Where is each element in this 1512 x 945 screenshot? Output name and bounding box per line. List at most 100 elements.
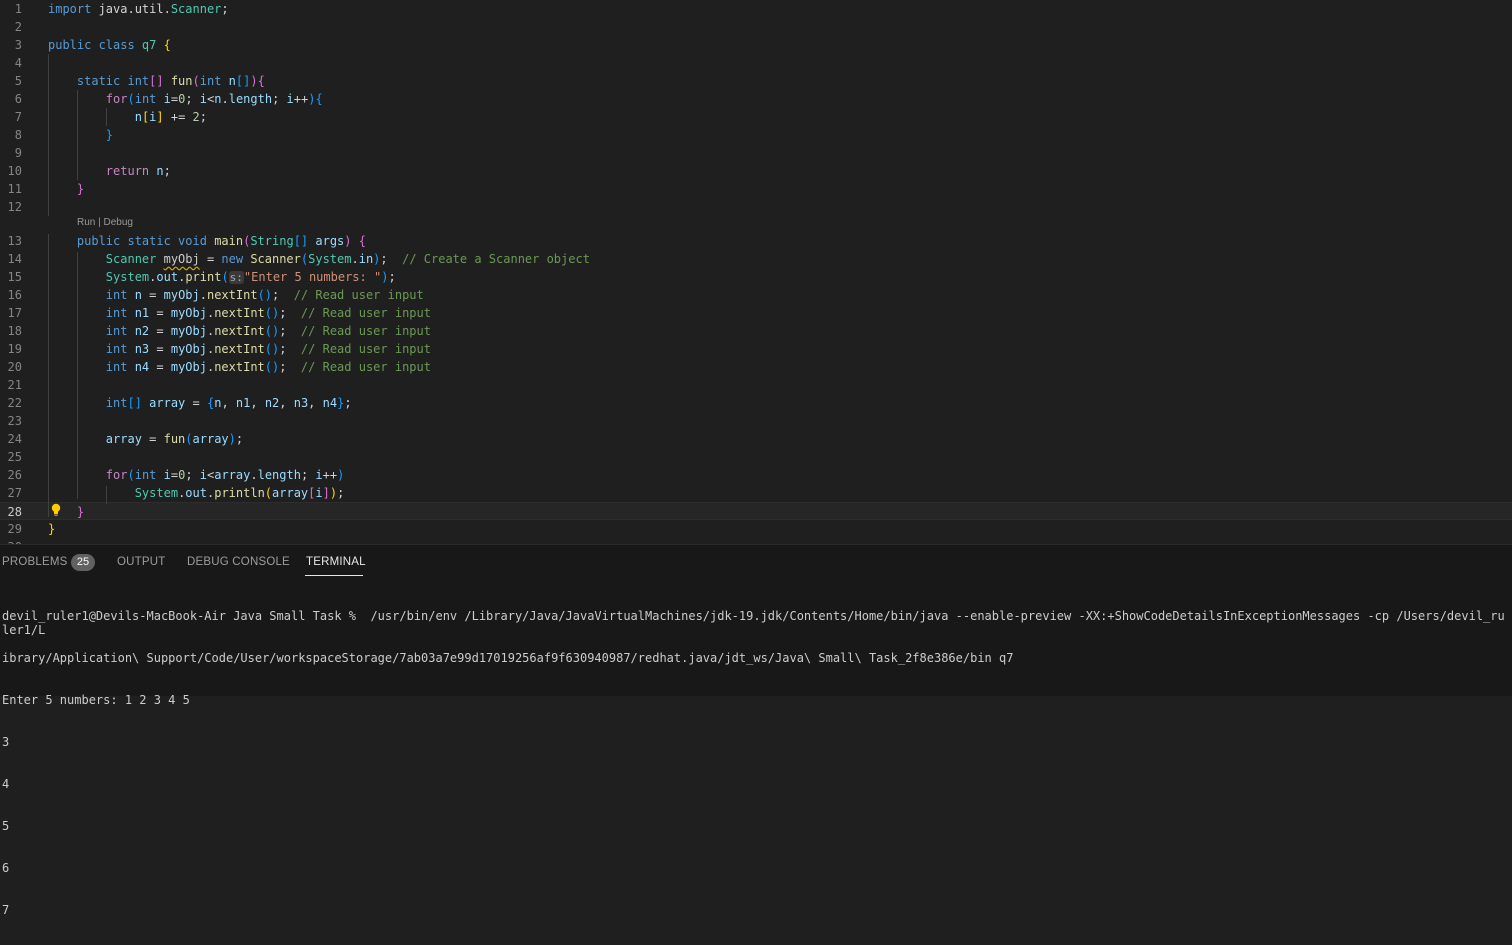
code-line[interactable]: 22 int[] array = {n, n1, n2, n3, n4};	[0, 394, 1512, 412]
code-line[interactable]: 23	[0, 412, 1512, 430]
line-number: 12	[7, 200, 22, 214]
indent-guide	[77, 252, 78, 499]
tab-output[interactable]: OUTPUT	[117, 556, 165, 568]
lightbulb-icon[interactable]	[50, 502, 62, 516]
code-line[interactable]: 24 array = fun(array);	[0, 430, 1512, 448]
line-number: 19	[7, 342, 22, 356]
code-editor[interactable]: 1 import java.util.Scanner; 2 3 public class…	[0, 0, 1512, 544]
tab-problems[interactable]: PROBLEMS	[2, 556, 68, 568]
code-line[interactable]: 25	[0, 448, 1512, 466]
line-number: 17	[7, 306, 22, 320]
code-line[interactable]: 2	[0, 18, 1512, 36]
code-text: for(int i=0; i<n.length; i++){	[105, 92, 323, 106]
code-line[interactable]: 27 System.out.println(array[i]);	[0, 484, 1512, 502]
code-text: n[i] += 2;	[134, 110, 208, 124]
code-text: }	[105, 128, 114, 142]
problems-count-badge: 25	[71, 554, 95, 571]
terminal-line: 6	[2, 861, 10, 875]
codelens-run-debug[interactable]: Run | Debug	[77, 216, 133, 230]
code-line[interactable]: 15 System.out.print(s:"Enter 5 numbers: …	[0, 268, 1512, 286]
code-text: int n4 = myObj.nextInt(); // Read user i…	[105, 360, 431, 374]
code-line[interactable]: 6 for(int i=0; i<n.length; i++){	[0, 90, 1512, 108]
line-number: 25	[7, 450, 22, 464]
active-tab-indicator	[305, 575, 363, 576]
line-number: 4	[14, 56, 22, 70]
bottom-panel: PROBLEMS 25 OUTPUT DEBUG CONSOLE TERMINA…	[0, 544, 1512, 917]
code-text: System.out.println(array[i]);	[134, 486, 345, 500]
line-number: 29	[7, 522, 22, 536]
code-line[interactable]: 7 n[i] += 2;	[0, 108, 1512, 126]
line-number: 20	[7, 360, 22, 374]
line-number: 13	[7, 234, 22, 248]
terminal-line: 7	[2, 903, 10, 917]
code-line[interactable]: 29}	[0, 520, 1512, 538]
code-line[interactable]: 21	[0, 376, 1512, 394]
indent-guide	[106, 108, 107, 126]
line-number: 1	[14, 2, 22, 16]
code-line[interactable]: 4	[0, 54, 1512, 72]
code-line[interactable]: 17 int n1 = myObj.nextInt(); // Read use…	[0, 304, 1512, 322]
code-text: Scanner myObj = new Scanner(System.in); …	[105, 252, 590, 266]
line-number: 11	[7, 182, 22, 196]
code-line[interactable]: 1 import java.util.Scanner;	[0, 0, 1512, 18]
code-line[interactable]: 16 int n = myObj.nextInt(); // Read user…	[0, 286, 1512, 304]
code-line[interactable]: 12	[0, 198, 1512, 216]
line-number: 18	[7, 324, 22, 338]
line-number: 22	[7, 396, 22, 410]
code-text: }	[48, 522, 56, 536]
code-line[interactable]: 14 Scanner myObj = new Scanner(System.in…	[0, 250, 1512, 268]
line-number: 5	[14, 74, 22, 88]
terminal-line: ibrary/Application\ Support/Code/User/wo…	[2, 651, 1014, 665]
code-text: int n1 = myObj.nextInt(); // Read user i…	[105, 306, 431, 320]
code-line[interactable]: 8 }	[0, 126, 1512, 144]
code-text: static int[] fun(int n[]){	[76, 74, 265, 88]
code-line[interactable]: 13 public static void main(String[] args…	[0, 232, 1512, 250]
code-text: for(int i=0; i<array.length; i++)	[105, 468, 345, 482]
indent-guide	[77, 90, 78, 180]
code-text: return n;	[105, 164, 171, 178]
line-number: 2	[14, 20, 22, 34]
code-line[interactable]: 18 int n2 = myObj.nextInt(); // Read use…	[0, 322, 1512, 340]
tab-debug-console[interactable]: DEBUG CONSOLE	[187, 556, 290, 568]
code-line[interactable]: 5 static int[] fun(int n[]){	[0, 72, 1512, 90]
code-line[interactable]: 20 int n4 = myObj.nextInt(); // Read use…	[0, 358, 1512, 376]
code-text: System.out.print(s:"Enter 5 numbers: ");	[105, 270, 396, 284]
line-number: 6	[14, 92, 22, 106]
panel-tabs: PROBLEMS 25 OUTPUT DEBUG CONSOLE TERMINA…	[0, 545, 1512, 581]
terminal-line: 4	[2, 777, 10, 791]
line-number: 7	[14, 110, 22, 124]
terminal-line: 5	[2, 819, 10, 833]
code-text: public static void main(String[] args) {	[76, 234, 366, 248]
line-number: 21	[7, 378, 22, 392]
line-number: 23	[7, 414, 22, 428]
terminal-line: 3	[2, 735, 10, 749]
tab-terminal[interactable]: TERMINAL	[306, 556, 366, 568]
code-line[interactable]: 19 int n3 = myObj.nextInt(); // Read use…	[0, 340, 1512, 358]
line-number: 9	[14, 146, 22, 160]
code-line[interactable]: 9	[0, 144, 1512, 162]
line-number: 15	[7, 270, 22, 284]
code-text: }	[76, 182, 85, 196]
line-number: 27	[7, 486, 22, 500]
code-text: import java.util.Scanner;	[48, 2, 229, 16]
code-text: int n2 = myObj.nextInt(); // Read user i…	[105, 324, 431, 338]
line-number: 16	[7, 288, 22, 302]
indent-guide	[48, 234, 49, 517]
line-number: 10	[7, 164, 22, 178]
line-number: 28	[7, 505, 22, 519]
terminal-output[interactable]: devil_ruler1@Devils-MacBook-Air Java Sma…	[2, 581, 1510, 945]
code-text: int n3 = myObj.nextInt(); // Read user i…	[105, 342, 431, 356]
terminal-line: Enter 5 numbers: 1 2 3 4 5	[2, 693, 190, 707]
code-text: int[] array = {n, n1, n2, n3, n4};	[105, 396, 352, 410]
terminal-line: devil_ruler1@Devils-MacBook-Air Java Sma…	[2, 609, 1505, 637]
line-number: 8	[14, 128, 22, 142]
code-line[interactable]: 28 }	[0, 502, 1512, 520]
code-text: int n = myObj.nextInt(); // Read user in…	[105, 288, 424, 302]
indent-guide	[106, 486, 107, 504]
code-line[interactable]: 3 public class q7 {	[0, 36, 1512, 54]
code-text: public class q7 {	[48, 38, 171, 52]
code-line[interactable]: 26 for(int i=0; i<array.length; i++)	[0, 466, 1512, 484]
line-number: 14	[7, 252, 22, 266]
code-line[interactable]: 10 return n;	[0, 162, 1512, 180]
code-line[interactable]: 11 }	[0, 180, 1512, 198]
